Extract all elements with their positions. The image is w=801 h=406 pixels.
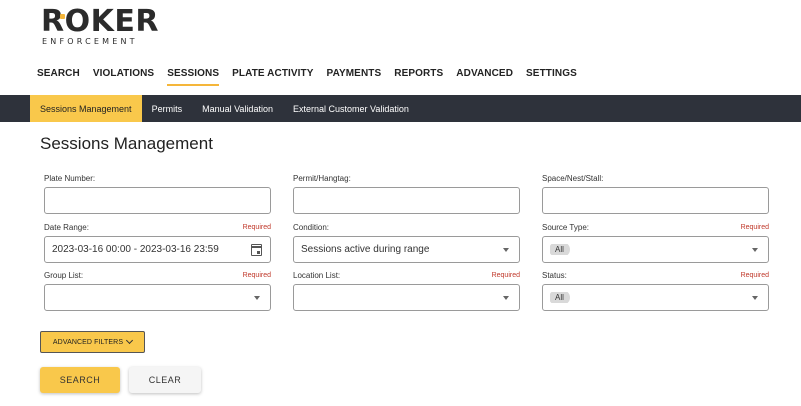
nav-violations[interactable]: VIOLATIONS <box>93 68 154 86</box>
logo-subtext: ENFORCEMENT <box>42 37 138 46</box>
top-navigation: SEARCH VIOLATIONS SESSIONS PLATE ACTIVIT… <box>37 68 590 86</box>
plate-number-input[interactable] <box>44 187 271 214</box>
nav-reports[interactable]: REPORTS <box>394 68 443 86</box>
location-list-field: Location List: Required <box>293 271 520 311</box>
nav-payments[interactable]: PAYMENTS <box>327 68 382 86</box>
plate-number-label: Plate Number: <box>44 174 96 183</box>
chevron-down-icon <box>126 336 134 345</box>
group-list-select[interactable] <box>44 284 271 311</box>
status-field: Status: Required All <box>542 271 769 311</box>
nav-settings[interactable]: SETTINGS <box>526 68 577 86</box>
condition-label: Condition: <box>293 223 330 232</box>
location-list-label: Location List: <box>293 271 341 280</box>
group-list-required: Required <box>242 272 271 279</box>
status-chip: All <box>550 292 570 303</box>
advanced-filters-label: ADVANCED FILTERS <box>52 338 124 346</box>
date-range-required: Required <box>242 224 271 231</box>
date-range-field: Date Range: Required 2023-03-16 00:00 - … <box>44 223 271 263</box>
subnav-external-customer-validation[interactable]: External Customer Validation <box>283 95 419 122</box>
sub-navigation: Sessions Management Permits Manual Valid… <box>0 95 801 122</box>
page-title: Sessions Management <box>40 134 213 153</box>
nav-plate-activity[interactable]: PLATE ACTIVITY <box>232 68 313 86</box>
chevron-down-icon <box>503 247 509 252</box>
subnav-sessions-management[interactable]: Sessions Management <box>30 95 142 122</box>
logo-accent-mark <box>60 14 65 19</box>
date-range-value: 2023-03-16 00:00 - 2023-03-16 23:59 <box>52 244 219 255</box>
group-list-label: Group List: <box>44 271 84 280</box>
nav-advanced[interactable]: ADVANCED <box>456 68 513 86</box>
permit-hangtag-input[interactable] <box>293 187 520 214</box>
source-type-chip: All <box>550 244 570 255</box>
permit-hangtag-field: Permit/Hangtag: <box>293 174 520 214</box>
app-logo: ROKER ENFORCEMENT <box>41 4 159 49</box>
chevron-down-icon <box>752 247 758 252</box>
space-nest-stall-label: Space/Nest/Stall: <box>542 174 604 183</box>
status-required: Required <box>740 272 769 279</box>
chevron-down-icon <box>752 295 758 300</box>
location-list-required: Required <box>491 272 520 279</box>
chevron-down-icon <box>503 295 509 300</box>
space-nest-stall-input[interactable] <box>542 187 769 214</box>
status-label: Status: <box>542 271 567 280</box>
group-list-field: Group List: Required <box>44 271 271 311</box>
source-type-select[interactable]: All <box>542 236 769 263</box>
calendar-icon[interactable] <box>251 243 262 256</box>
nav-search[interactable]: SEARCH <box>37 68 80 86</box>
subnav-permits[interactable]: Permits <box>142 95 193 122</box>
location-list-select[interactable] <box>293 284 520 311</box>
nav-sessions[interactable]: SESSIONS <box>167 68 220 86</box>
plate-number-field: Plate Number: <box>44 174 271 214</box>
subnav-manual-validation[interactable]: Manual Validation <box>192 95 283 122</box>
advanced-filters-button[interactable]: ADVANCED FILTERS <box>40 331 145 353</box>
source-type-required: Required <box>740 224 769 231</box>
condition-value: Sessions active during range <box>301 244 430 255</box>
clear-button[interactable]: CLEAR <box>129 367 201 393</box>
chevron-down-icon <box>254 295 260 300</box>
space-nest-stall-field: Space/Nest/Stall: <box>542 174 769 214</box>
date-range-input[interactable]: 2023-03-16 00:00 - 2023-03-16 23:59 <box>44 236 271 263</box>
condition-select[interactable]: Sessions active during range <box>293 236 520 263</box>
logo-text: ROKER <box>41 4 159 39</box>
source-type-label: Source Type: <box>542 223 589 232</box>
permit-hangtag-label: Permit/Hangtag: <box>293 174 351 183</box>
search-button[interactable]: SEARCH <box>40 367 120 393</box>
date-range-label: Date Range: <box>44 223 89 232</box>
source-type-field: Source Type: Required All <box>542 223 769 263</box>
condition-field: Condition: Sessions active during range <box>293 223 520 263</box>
status-select[interactable]: All <box>542 284 769 311</box>
